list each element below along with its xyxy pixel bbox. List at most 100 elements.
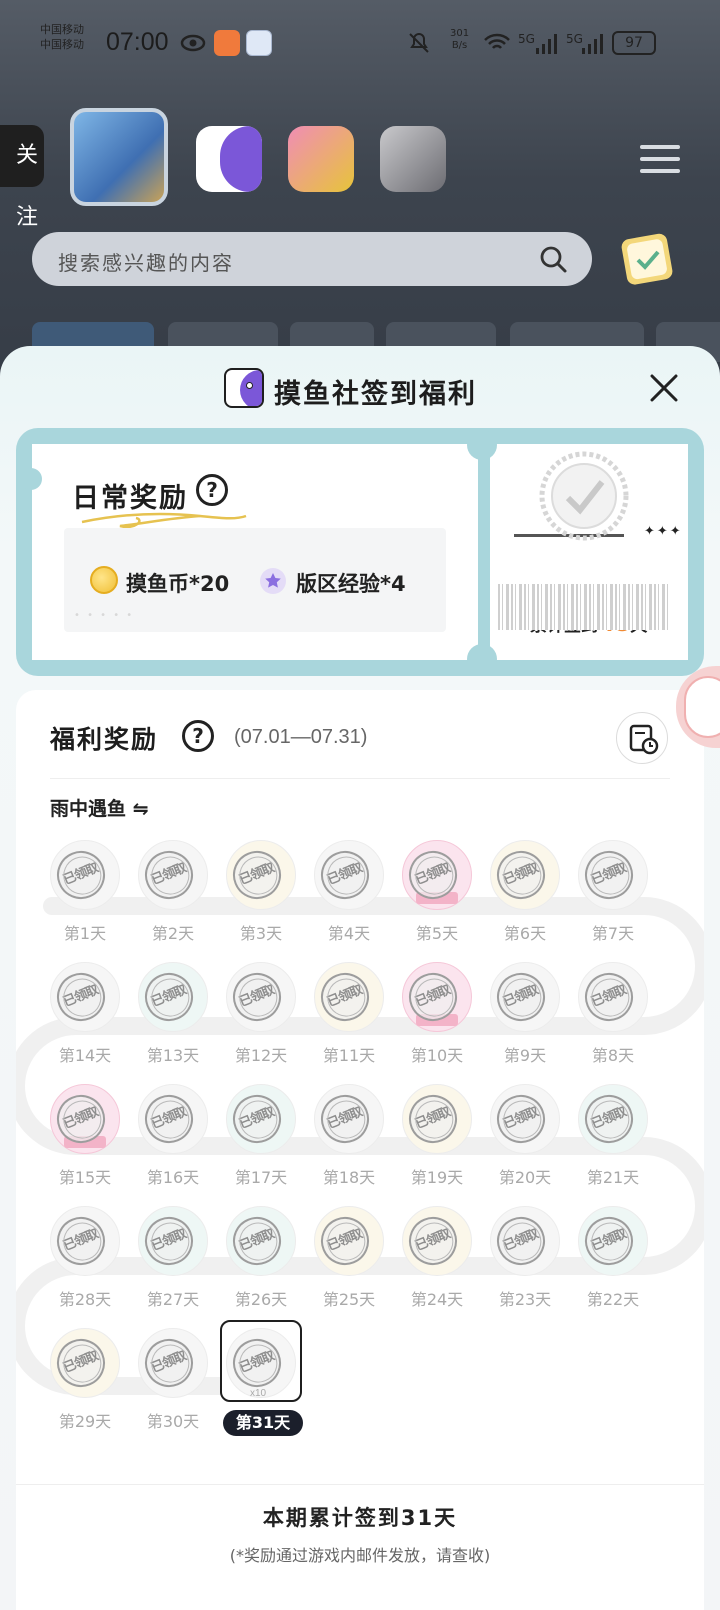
reward-quantity: x10 xyxy=(250,1388,267,1399)
day-item[interactable]: 已领取 第24天 xyxy=(398,1206,476,1322)
app-notify-icon xyxy=(214,30,240,56)
day-label: 第11天 xyxy=(322,1046,376,1065)
exp-star-icon xyxy=(260,568,286,594)
game-icon-moyu[interactable] xyxy=(196,126,262,192)
day-label: 第31天 xyxy=(223,1410,303,1436)
day-item[interactable]: 已领取 第9天 xyxy=(486,962,564,1078)
day-label: 第7天 xyxy=(591,924,635,943)
day-label: 第4天 xyxy=(327,924,371,943)
day-label: 第3天 xyxy=(239,924,283,943)
day-label: 第12天 xyxy=(234,1046,288,1065)
benefit-card: 福利奖励 ? (07.01—07.31) 雨中遇鱼 ⇋ 已领取 第1天 已领取 第2天… xyxy=(16,690,704,1610)
day-item[interactable]: 已领取 第12天 xyxy=(222,962,300,1078)
day-item[interactable]: 已领取 第29天 xyxy=(46,1328,124,1444)
daily-reward-box: 摸鱼币*20 版区经验*4 • • • • • xyxy=(64,528,446,632)
game-icon-chuangmo[interactable] xyxy=(70,108,168,206)
day-item[interactable]: 已领取 第13天 xyxy=(134,962,212,1078)
day-label: 第13天 xyxy=(146,1046,200,1065)
carrier-2: 中国移动 xyxy=(40,38,84,51)
day-label: 第29天 xyxy=(58,1412,112,1431)
signal-1-icon: 5G xyxy=(518,32,535,46)
checkin-sheet: 摸鱼社签到福利 日常奖励 ? 摸鱼币*20 版区经验*4 • • • • • ✦… xyxy=(0,346,720,1610)
day-label: 第17天 xyxy=(234,1168,288,1187)
net-speed-unit: B/s xyxy=(451,40,468,51)
day-item[interactable]: 已领取 第25天 xyxy=(310,1206,388,1322)
day-label: 第6天 xyxy=(503,924,547,943)
mute-icon xyxy=(409,33,429,53)
search-icon[interactable] xyxy=(538,244,568,274)
ticket-notch-top xyxy=(467,430,497,460)
signal-bars-2-icon xyxy=(582,34,603,54)
search-bar[interactable]: 搜索感兴趣的内容 xyxy=(32,232,592,286)
menu-icon[interactable] xyxy=(640,145,680,175)
day-item[interactable]: 已领取 第3天 xyxy=(222,840,300,956)
day-item[interactable]: 已领取 第1天 xyxy=(46,840,124,956)
wifi-icon xyxy=(484,33,510,49)
day-item[interactable]: 已领取 第11天 xyxy=(310,962,388,1078)
day-item[interactable]: 已领取 第5天 xyxy=(398,840,476,956)
day-item[interactable]: 已领取 第28天 xyxy=(46,1206,124,1322)
checkin-stamp-icon xyxy=(539,451,629,541)
day-item[interactable]: 已领取 第20天 xyxy=(486,1084,564,1200)
day-label: 第16天 xyxy=(146,1168,200,1187)
day-item[interactable]: 已领取 第6天 xyxy=(486,840,564,956)
day-item[interactable]: 已领取 第8天 xyxy=(574,962,652,1078)
day-item[interactable]: 已领取 第23天 xyxy=(486,1206,564,1322)
ticket-notch-bottom xyxy=(467,644,497,674)
day-item[interactable]: 已领取 x10 第31天 xyxy=(220,1320,303,1444)
day-item[interactable]: 已领取 第7天 xyxy=(574,840,652,956)
game-icon-duck[interactable] xyxy=(288,126,354,192)
day-label: 第19天 xyxy=(410,1168,464,1187)
ticket-notch-left xyxy=(20,468,42,490)
sheet-header: 摸鱼社签到福利 xyxy=(0,366,720,410)
day-item[interactable]: 已领取 第30天 xyxy=(134,1328,212,1444)
day-label: 第27天 xyxy=(146,1290,200,1309)
signal-bars-1-icon xyxy=(536,34,557,54)
battery-indicator: 97 xyxy=(612,31,656,55)
day-item[interactable]: 已领取 第22天 xyxy=(574,1206,652,1322)
decor-dots: • • • • • xyxy=(74,610,135,621)
day-item[interactable]: 已领取 第10天 xyxy=(398,962,476,1078)
day-label: 第9天 xyxy=(503,1046,547,1065)
day-label: 第30天 xyxy=(146,1412,200,1431)
day-item[interactable]: 已领取 第18天 xyxy=(310,1084,388,1200)
carrier-info: 中国移动 中国移动 xyxy=(40,22,84,52)
day-label: 第26天 xyxy=(234,1290,288,1309)
day-item[interactable]: 已领取 第17天 xyxy=(222,1084,300,1200)
day-item[interactable]: 已领取 第4天 xyxy=(310,840,388,956)
bug-notify-icon xyxy=(246,30,272,56)
day-label: 第15天 xyxy=(58,1168,112,1187)
day-item[interactable]: 已领取 第14天 xyxy=(46,962,124,1078)
ticket-perforation xyxy=(480,450,484,654)
carrier-1: 中国移动 xyxy=(40,23,84,36)
day-label: 第28天 xyxy=(58,1290,112,1309)
day-label: 第20天 xyxy=(498,1168,552,1187)
reward-note: (*奖励通过游戏内邮件发放，请查收) xyxy=(229,1546,491,1565)
decor-stars: ✦✦✦ xyxy=(644,524,683,539)
barcode-graphic xyxy=(498,584,668,630)
day-item[interactable]: 已领取 第21天 xyxy=(574,1084,652,1200)
clock: 07:00 xyxy=(106,28,169,56)
day-item[interactable]: 已领取 第27天 xyxy=(134,1206,212,1322)
day-label: 第21天 xyxy=(586,1168,640,1187)
day-label: 第22天 xyxy=(586,1290,640,1309)
day-item[interactable]: 已领取 第19天 xyxy=(398,1084,476,1200)
day-item[interactable]: 已领取 第16天 xyxy=(134,1084,212,1200)
bottom-divider xyxy=(16,1484,704,1485)
follow-button[interactable]: 关注 xyxy=(0,125,44,230)
day-label: 第2天 xyxy=(151,924,195,943)
floating-side-icon xyxy=(684,676,720,738)
day-label: 第5天 xyxy=(415,924,459,943)
day-label: 第23天 xyxy=(498,1290,552,1309)
day-item[interactable]: 已领取 第2天 xyxy=(134,840,212,956)
close-icon[interactable] xyxy=(648,372,680,404)
game-icon-anime[interactable] xyxy=(380,126,446,192)
day-item[interactable]: 已领取 第15天 xyxy=(46,1084,124,1200)
reward-coin: 摸鱼币*20 xyxy=(126,572,230,596)
reward-exp: 版区经验*4 xyxy=(296,572,406,596)
coin-icon xyxy=(90,566,118,594)
checkin-calendar-icon[interactable] xyxy=(616,228,680,290)
daily-help-icon[interactable]: ? xyxy=(196,474,228,506)
net-speed-value: 301 xyxy=(450,28,470,39)
day-item[interactable]: 已领取 第26天 xyxy=(222,1206,300,1322)
